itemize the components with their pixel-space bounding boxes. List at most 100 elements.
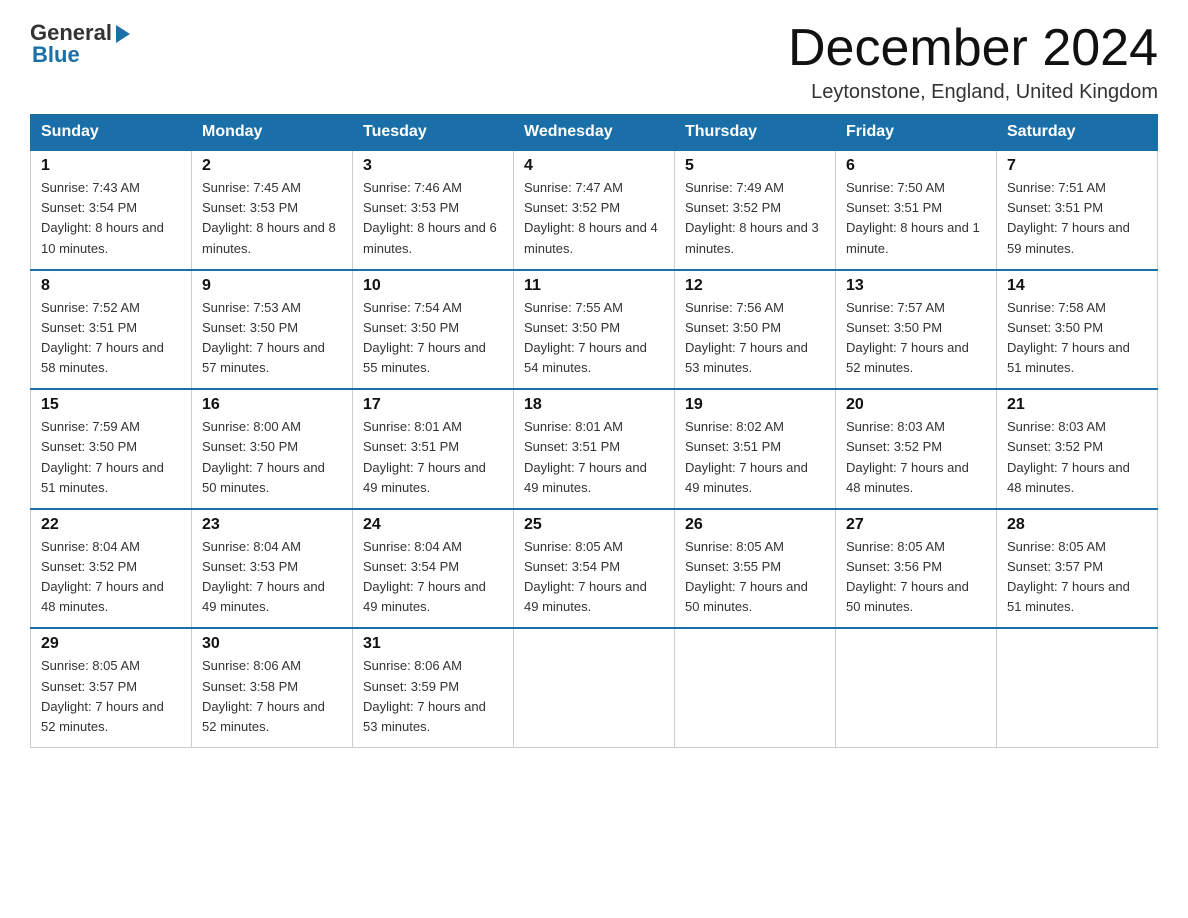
- calendar-cell: 1 Sunrise: 7:43 AMSunset: 3:54 PMDayligh…: [31, 150, 192, 270]
- calendar-cell: 28 Sunrise: 8:05 AMSunset: 3:57 PMDaylig…: [997, 509, 1158, 629]
- day-number: 31: [363, 635, 503, 653]
- day-info: Sunrise: 8:06 AMSunset: 3:58 PMDaylight:…: [202, 656, 342, 737]
- day-number: 7: [1007, 157, 1147, 175]
- calendar-cell: 8 Sunrise: 7:52 AMSunset: 3:51 PMDayligh…: [31, 270, 192, 390]
- day-number: 21: [1007, 396, 1147, 414]
- day-info: Sunrise: 8:02 AMSunset: 3:51 PMDaylight:…: [685, 417, 825, 498]
- day-number: 6: [846, 157, 986, 175]
- calendar-cell: 20 Sunrise: 8:03 AMSunset: 3:52 PMDaylig…: [836, 389, 997, 509]
- logo-blue-text: Blue: [32, 42, 80, 68]
- day-number: 17: [363, 396, 503, 414]
- day-number: 18: [524, 396, 664, 414]
- calendar-cell: 26 Sunrise: 8:05 AMSunset: 3:55 PMDaylig…: [675, 509, 836, 629]
- calendar-cell: [514, 628, 675, 747]
- day-number: 10: [363, 277, 503, 295]
- title-section: December 2024 Leytonstone, England, Unit…: [788, 20, 1158, 104]
- day-header-thursday: Thursday: [675, 115, 836, 151]
- calendar-cell: 19 Sunrise: 8:02 AMSunset: 3:51 PMDaylig…: [675, 389, 836, 509]
- day-number: 4: [524, 157, 664, 175]
- calendar-cell: 14 Sunrise: 7:58 AMSunset: 3:50 PMDaylig…: [997, 270, 1158, 390]
- calendar-cell: [836, 628, 997, 747]
- calendar-week-2: 8 Sunrise: 7:52 AMSunset: 3:51 PMDayligh…: [31, 270, 1158, 390]
- day-info: Sunrise: 7:55 AMSunset: 3:50 PMDaylight:…: [524, 298, 664, 379]
- day-header-wednesday: Wednesday: [514, 115, 675, 151]
- calendar-cell: 3 Sunrise: 7:46 AMSunset: 3:53 PMDayligh…: [353, 150, 514, 270]
- day-number: 3: [363, 157, 503, 175]
- calendar-week-3: 15 Sunrise: 7:59 AMSunset: 3:50 PMDaylig…: [31, 389, 1158, 509]
- calendar-cell: 4 Sunrise: 7:47 AMSunset: 3:52 PMDayligh…: [514, 150, 675, 270]
- day-number: 8: [41, 277, 181, 295]
- day-header-sunday: Sunday: [31, 115, 192, 151]
- day-info: Sunrise: 8:06 AMSunset: 3:59 PMDaylight:…: [363, 656, 503, 737]
- calendar-cell: 2 Sunrise: 7:45 AMSunset: 3:53 PMDayligh…: [192, 150, 353, 270]
- calendar-cell: 16 Sunrise: 8:00 AMSunset: 3:50 PMDaylig…: [192, 389, 353, 509]
- day-number: 30: [202, 635, 342, 653]
- calendar-cell: 15 Sunrise: 7:59 AMSunset: 3:50 PMDaylig…: [31, 389, 192, 509]
- month-title: December 2024: [788, 20, 1158, 77]
- calendar-week-4: 22 Sunrise: 8:04 AMSunset: 3:52 PMDaylig…: [31, 509, 1158, 629]
- calendar-header-row: SundayMondayTuesdayWednesdayThursdayFrid…: [31, 115, 1158, 151]
- calendar-cell: 29 Sunrise: 8:05 AMSunset: 3:57 PMDaylig…: [31, 628, 192, 747]
- calendar-cell: 9 Sunrise: 7:53 AMSunset: 3:50 PMDayligh…: [192, 270, 353, 390]
- day-number: 9: [202, 277, 342, 295]
- day-number: 13: [846, 277, 986, 295]
- calendar-cell: 25 Sunrise: 8:05 AMSunset: 3:54 PMDaylig…: [514, 509, 675, 629]
- day-info: Sunrise: 8:05 AMSunset: 3:56 PMDaylight:…: [846, 537, 986, 618]
- day-number: 16: [202, 396, 342, 414]
- logo-arrow-icon: [116, 25, 130, 43]
- day-number: 12: [685, 277, 825, 295]
- day-info: Sunrise: 7:43 AMSunset: 3:54 PMDaylight:…: [41, 178, 181, 259]
- calendar-week-5: 29 Sunrise: 8:05 AMSunset: 3:57 PMDaylig…: [31, 628, 1158, 747]
- day-info: Sunrise: 8:05 AMSunset: 3:55 PMDaylight:…: [685, 537, 825, 618]
- day-number: 22: [41, 516, 181, 534]
- day-number: 20: [846, 396, 986, 414]
- day-info: Sunrise: 7:50 AMSunset: 3:51 PMDaylight:…: [846, 178, 986, 259]
- calendar-cell: [997, 628, 1158, 747]
- calendar-cell: 10 Sunrise: 7:54 AMSunset: 3:50 PMDaylig…: [353, 270, 514, 390]
- day-number: 23: [202, 516, 342, 534]
- calendar-week-1: 1 Sunrise: 7:43 AMSunset: 3:54 PMDayligh…: [31, 150, 1158, 270]
- day-info: Sunrise: 7:49 AMSunset: 3:52 PMDaylight:…: [685, 178, 825, 259]
- day-info: Sunrise: 8:03 AMSunset: 3:52 PMDaylight:…: [846, 417, 986, 498]
- calendar-table: SundayMondayTuesdayWednesdayThursdayFrid…: [30, 114, 1158, 748]
- day-info: Sunrise: 7:56 AMSunset: 3:50 PMDaylight:…: [685, 298, 825, 379]
- day-number: 15: [41, 396, 181, 414]
- calendar-cell: 13 Sunrise: 7:57 AMSunset: 3:50 PMDaylig…: [836, 270, 997, 390]
- location-text: Leytonstone, England, United Kingdom: [788, 81, 1158, 104]
- day-header-tuesday: Tuesday: [353, 115, 514, 151]
- day-number: 28: [1007, 516, 1147, 534]
- page-header: General Blue December 2024 Leytonstone, …: [30, 20, 1158, 104]
- day-info: Sunrise: 7:57 AMSunset: 3:50 PMDaylight:…: [846, 298, 986, 379]
- day-info: Sunrise: 8:05 AMSunset: 3:57 PMDaylight:…: [41, 656, 181, 737]
- day-info: Sunrise: 7:58 AMSunset: 3:50 PMDaylight:…: [1007, 298, 1147, 379]
- day-info: Sunrise: 7:53 AMSunset: 3:50 PMDaylight:…: [202, 298, 342, 379]
- calendar-cell: [675, 628, 836, 747]
- day-number: 14: [1007, 277, 1147, 295]
- calendar-cell: 5 Sunrise: 7:49 AMSunset: 3:52 PMDayligh…: [675, 150, 836, 270]
- day-info: Sunrise: 7:51 AMSunset: 3:51 PMDaylight:…: [1007, 178, 1147, 259]
- day-number: 26: [685, 516, 825, 534]
- day-number: 25: [524, 516, 664, 534]
- day-number: 11: [524, 277, 664, 295]
- calendar-cell: 22 Sunrise: 8:04 AMSunset: 3:52 PMDaylig…: [31, 509, 192, 629]
- day-info: Sunrise: 8:01 AMSunset: 3:51 PMDaylight:…: [524, 417, 664, 498]
- day-info: Sunrise: 7:54 AMSunset: 3:50 PMDaylight:…: [363, 298, 503, 379]
- day-number: 2: [202, 157, 342, 175]
- calendar-cell: 18 Sunrise: 8:01 AMSunset: 3:51 PMDaylig…: [514, 389, 675, 509]
- day-info: Sunrise: 7:47 AMSunset: 3:52 PMDaylight:…: [524, 178, 664, 259]
- day-header-friday: Friday: [836, 115, 997, 151]
- day-number: 29: [41, 635, 181, 653]
- day-info: Sunrise: 8:01 AMSunset: 3:51 PMDaylight:…: [363, 417, 503, 498]
- day-info: Sunrise: 8:00 AMSunset: 3:50 PMDaylight:…: [202, 417, 342, 498]
- day-number: 5: [685, 157, 825, 175]
- day-info: Sunrise: 7:59 AMSunset: 3:50 PMDaylight:…: [41, 417, 181, 498]
- day-info: Sunrise: 8:04 AMSunset: 3:52 PMDaylight:…: [41, 537, 181, 618]
- day-info: Sunrise: 7:52 AMSunset: 3:51 PMDaylight:…: [41, 298, 181, 379]
- day-number: 1: [41, 157, 181, 175]
- day-info: Sunrise: 8:03 AMSunset: 3:52 PMDaylight:…: [1007, 417, 1147, 498]
- calendar-cell: 31 Sunrise: 8:06 AMSunset: 3:59 PMDaylig…: [353, 628, 514, 747]
- day-number: 19: [685, 396, 825, 414]
- calendar-cell: 12 Sunrise: 7:56 AMSunset: 3:50 PMDaylig…: [675, 270, 836, 390]
- calendar-cell: 7 Sunrise: 7:51 AMSunset: 3:51 PMDayligh…: [997, 150, 1158, 270]
- calendar-cell: 21 Sunrise: 8:03 AMSunset: 3:52 PMDaylig…: [997, 389, 1158, 509]
